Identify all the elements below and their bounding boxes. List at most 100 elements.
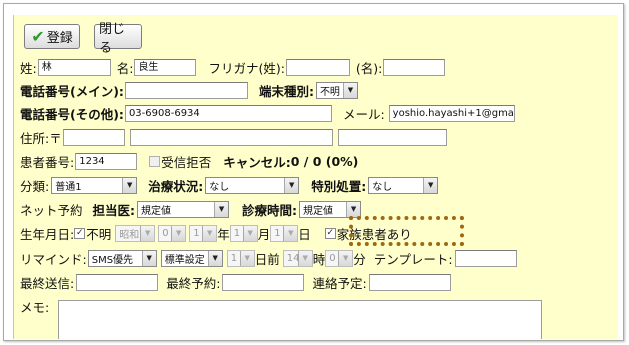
other-phone-row: 電話番号(その他): 03-6908-6934 メール: yoshio.haya… [20,102,515,124]
birthday-label: 生年月日: [20,226,75,242]
birthday-unknown-checkbox[interactable]: ✓ [74,227,86,239]
postal-code-input[interactable] [62,128,125,146]
window-frame: ✔ 登録 閉じる 姓: 林 名: 良生 フリガナ(姓): (名): 電話番号(メ… [3,3,624,341]
doctor-select[interactable]: 規定値 ▼ [137,200,230,218]
furigana-last-input[interactable] [285,58,350,76]
patient-number-label: 患者番号: [20,154,75,170]
chevron-down-icon: ▼ [122,177,137,193]
month-unit: 月 [257,226,271,242]
save-button[interactable]: ✔ 登録 [24,24,80,49]
contact-plan-label: 連絡予定: [312,275,367,291]
reminder-row: リマインド: SMS優先 ▼ 標準設定 ▼ 1 ▼ 日前 14 ▼ 時 0 ▼ … [20,247,517,269]
hour-unit: 時 [312,251,326,267]
chevron-down-icon: ▼ [207,250,222,266]
chevron-down-icon: ▼ [202,225,217,241]
mail-input[interactable]: yoshio.hayashi+1@gmail. [388,104,515,122]
family-patient-checkbox[interactable]: ✓ [324,227,336,239]
refuse-reception-checkbox[interactable] [149,155,161,167]
net-booking-row: ネット予約 担当医: 規定値 ▼ 診療時間: 規定値 ▼ [20,198,362,220]
first-name-label: 名: [116,60,134,76]
device-type-label: 端末種別: [258,83,314,99]
main-phone-input[interactable] [124,81,248,99]
treatment-time-label: 診療時間: [242,202,298,218]
main-phone-label: 電話番号(メイン): [20,83,124,99]
chevron-down-icon: ▼ [284,177,299,193]
special-treatment-select[interactable]: なし ▼ [368,176,439,194]
mail-label: メール: [342,106,385,122]
patient-number-row: 患者番号: 1234 受信拒否 キャンセル: 0 / 0 (0%) [20,150,358,172]
refuse-reception-label: 受信拒否 [161,154,212,170]
postal-mark: 〒 [49,130,62,146]
name-row: 姓: 林 名: 良生 フリガナ(姓): (名): [20,56,446,78]
day-select[interactable]: 1 ▼ [270,224,299,242]
chevron-down-icon: ▼ [283,225,298,241]
chevron-down-icon: ▼ [338,250,353,266]
special-treatment-label: 特別処置: [311,178,367,194]
treatment-status-label: 治療状況: [148,178,204,194]
template-label: テンプレート: [373,251,453,267]
chevron-down-icon: ▼ [239,250,254,266]
contact-plan-input[interactable] [368,273,451,291]
last-booking-label: 最終予約: [166,275,221,291]
day-unit: 日 [298,226,311,242]
year-ones-select[interactable]: 1 ▼ [189,224,218,242]
address-line1-input[interactable] [129,128,333,146]
template-input[interactable] [454,249,517,267]
phone-row: 電話番号(メイン): 端末種別: 不明 ▼ [20,79,358,101]
chevron-down-icon: ▼ [423,177,438,193]
patient-number-input[interactable]: 1234 [75,152,138,170]
year-unit: 年 [217,226,230,242]
memo-label: メモ: [20,299,50,315]
history-row: 最終送信: 最終予約: 連絡予定: [20,271,451,293]
family-patient-highlight [349,216,464,246]
furigana-last-label: フリガナ(姓): [208,60,285,76]
year-tens-select[interactable]: 0 ▼ [158,224,187,242]
treatment-time-select[interactable]: 規定値 ▼ [299,200,362,218]
chevron-down-icon: ▼ [214,201,229,217]
chevron-down-icon: ▼ [297,250,312,266]
checkmark-icon: ✔ [31,27,45,46]
classification-row: 分類: 普通1 ▼ 治療状況: なし ▼ 特別処置: なし ▼ [20,174,439,196]
minute-unit: 分 [353,251,366,267]
reminder-label: リマインド: [20,251,87,267]
chevron-down-icon: ▼ [242,225,257,241]
last-sent-input[interactable] [76,273,159,291]
close-button[interactable]: 閉じる [94,22,142,56]
chevron-down-icon: ▼ [141,250,156,266]
treatment-status-select[interactable]: なし ▼ [205,176,300,194]
class-label: 分類: [20,178,50,194]
memo-textarea[interactable] [58,300,542,339]
device-type-select[interactable]: 不明 ▼ [315,81,358,99]
furigana-first-label: (名): [355,60,383,76]
chevron-down-icon: ▼ [346,201,361,217]
memo-row: メモ: [20,295,49,317]
reminder-method-select[interactable]: SMS優先 ▼ [87,249,157,267]
other-phone-label: 電話番号(その他): [20,106,124,122]
address-label: 住所: [20,130,50,146]
last-sent-label: 最終送信: [20,275,75,291]
chevron-down-icon: ▼ [171,225,186,241]
chevron-down-icon: ▼ [140,225,155,241]
last-name-input[interactable]: 林 [37,58,111,76]
chevron-down-icon: ▼ [342,82,357,98]
furigana-first-input[interactable] [383,58,446,76]
doctor-label: 担当医: [92,202,136,218]
first-name-input[interactable]: 良生 [134,58,197,76]
days-before-unit: 日前 [254,251,280,267]
net-booking-label: ネット予約 [20,202,83,218]
patient-form-panel: ✔ 登録 閉じる 姓: 林 名: 良生 フリガナ(姓): (名): 電話番号(メ… [13,15,618,339]
cancel-label: キャンセル: [223,154,291,170]
era-select[interactable]: 昭和 ▼ [115,224,156,242]
reminder-setting-select[interactable]: 標準設定 ▼ [160,249,223,267]
last-name-label: 姓: [20,60,37,76]
reminder-hour-select[interactable]: 14 ▼ [282,249,313,267]
class-select[interactable]: 普通1 ▼ [51,176,138,194]
birthday-unknown-label: 不明 [86,226,112,242]
address-row: 住所: 〒 [20,126,447,148]
other-phone-input[interactable]: 03-6908-6934 [124,104,332,122]
address-line2-input[interactable] [337,128,447,146]
reminder-minute-select[interactable]: 0 ▼ [325,249,354,267]
last-booking-input[interactable] [222,273,305,291]
month-select[interactable]: 1 ▼ [229,224,258,242]
reminder-days-select[interactable]: 1 ▼ [226,249,255,267]
